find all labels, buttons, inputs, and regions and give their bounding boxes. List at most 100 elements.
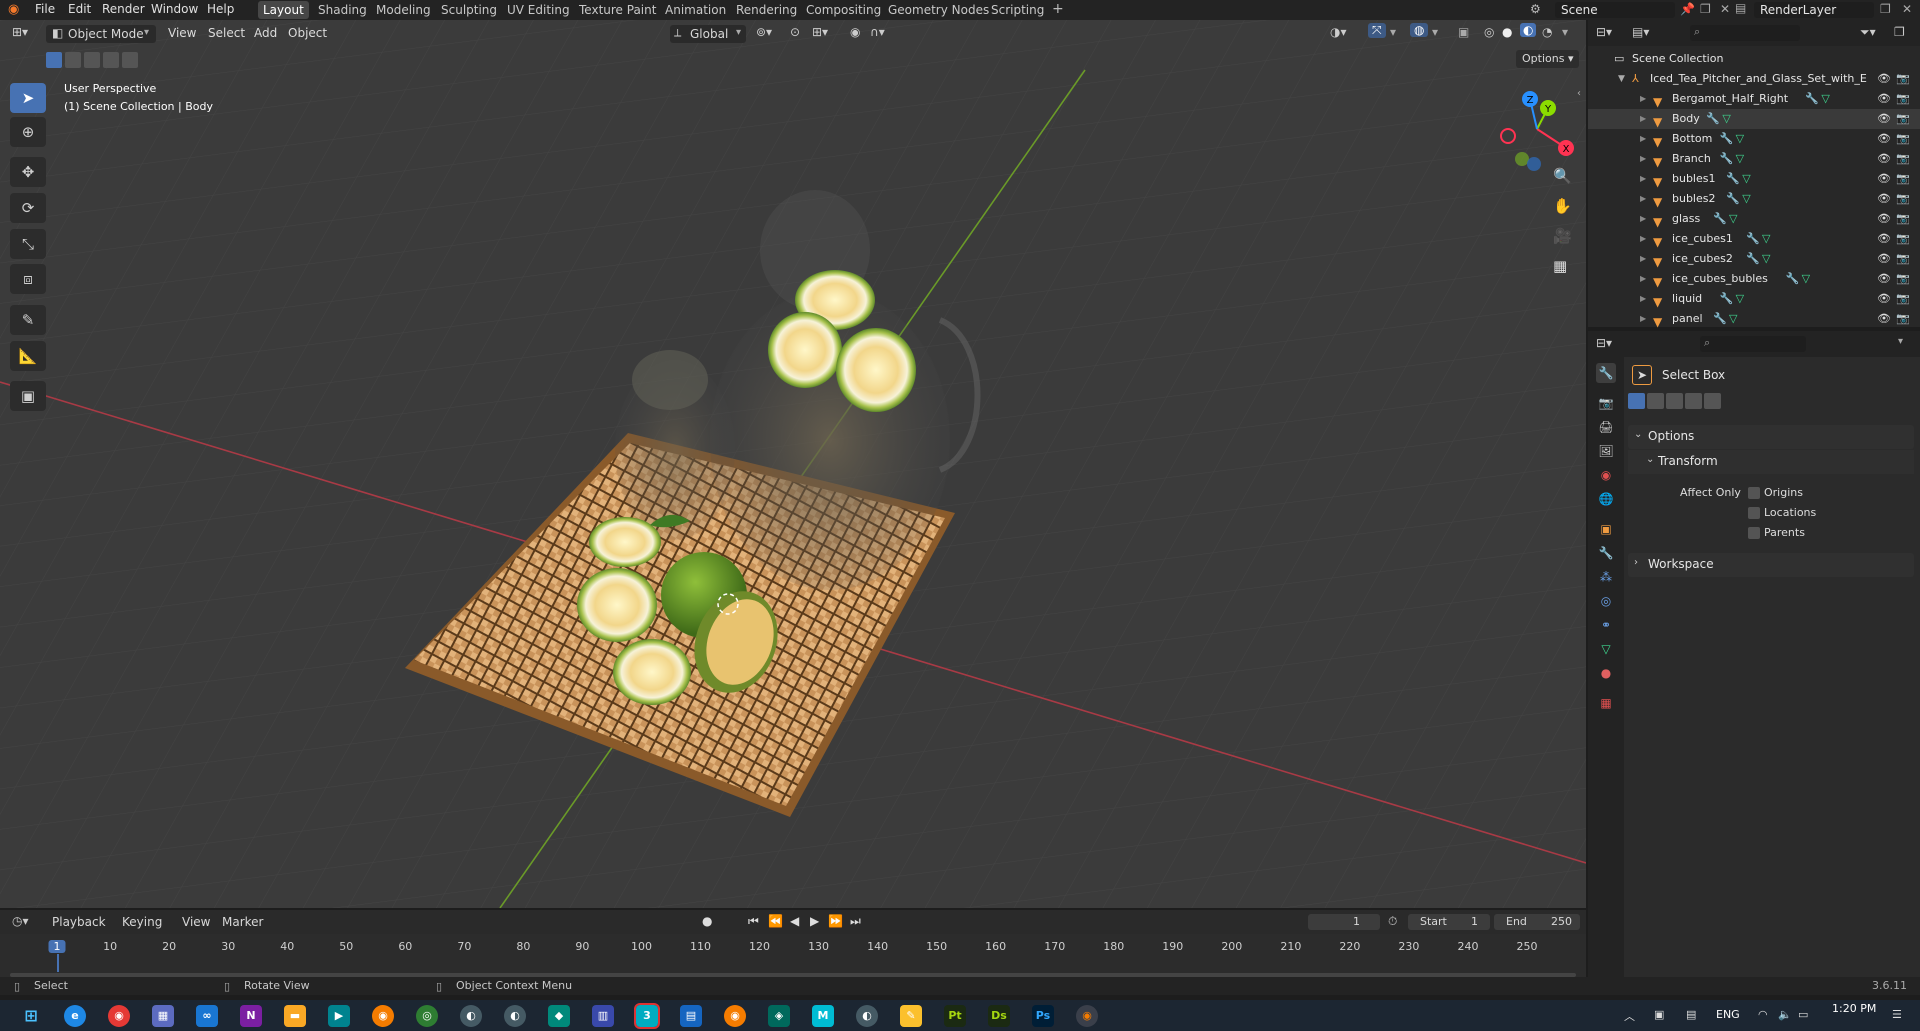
- chevron-down-icon[interactable]: ▾: [1898, 336, 1903, 347]
- folder-icon[interactable]: ▬: [284, 1005, 306, 1027]
- menu-render[interactable]: Render: [102, 2, 145, 16]
- camera-icon[interactable]: 📷: [1896, 89, 1910, 109]
- camera-icon[interactable]: 📷: [1896, 169, 1910, 189]
- camera-icon[interactable]: 📷: [1896, 129, 1910, 149]
- tab-constraints-icon[interactable]: ⚭: [1596, 615, 1616, 635]
- menu-add[interactable]: Add: [254, 26, 277, 40]
- camera-icon[interactable]: 📷: [1896, 269, 1910, 289]
- outliner-item[interactable]: ▶ ▼ panel 🔧 ▽ 👁 📷: [1588, 309, 1920, 329]
- camera-icon[interactable]: 📷: [1896, 109, 1910, 129]
- outliner-item[interactable]: ▶ ▼ Bergamot_Half_Right 🔧 ▽ 👁 📷: [1588, 89, 1920, 109]
- tab-modeling[interactable]: Modeling: [371, 1, 436, 19]
- overlays-toggle-icon[interactable]: ◍: [1410, 23, 1429, 37]
- mesh-data-icon[interactable]: ▽: [1736, 129, 1744, 149]
- timeline-ruler[interactable]: 1 10 20 30 40 50 60 70 80 90 100 110 120 130 140 150 160…: [0, 910, 1586, 977]
- mesh-data-icon[interactable]: ▽: [1821, 89, 1829, 109]
- notifications-icon[interactable]: ☰: [1892, 1008, 1902, 1021]
- modifier-wrench-icon[interactable]: 🔧: [1726, 189, 1740, 209]
- tab-particles-icon[interactable]: ⁂: [1596, 567, 1616, 587]
- modifier-wrench-icon[interactable]: 🔧: [1713, 209, 1727, 229]
- add-cube-tool[interactable]: ▣: [10, 381, 46, 411]
- 3d-viewport[interactable]: ⊞▾ ◧ Object Mode ▾ View Select Add Objec…: [0, 20, 1586, 908]
- eye-icon[interactable]: 👁: [1877, 289, 1891, 309]
- snap-target-icon[interactable]: ⊞▾: [812, 25, 828, 39]
- outliner-editor-icon[interactable]: ⊟▾: [1596, 25, 1612, 39]
- gizmo-toggle-icon[interactable]: ⤧: [1368, 23, 1386, 38]
- app-icon-painter[interactable]: Pt: [944, 1005, 966, 1027]
- rotate-tool[interactable]: ⟳: [10, 193, 46, 223]
- eye-icon[interactable]: 👁: [1877, 149, 1891, 169]
- outliner-item-name[interactable]: Body: [1672, 109, 1700, 129]
- mesh-data-icon[interactable]: ▽: [1722, 109, 1730, 129]
- eye-icon[interactable]: 👁: [1877, 189, 1891, 209]
- outliner-item-name[interactable]: bubles2: [1672, 189, 1716, 209]
- app-icon-3[interactable]: ◐: [460, 1005, 482, 1027]
- tab-physics-icon[interactable]: ◎: [1596, 591, 1616, 611]
- menu-window[interactable]: Window: [151, 2, 198, 16]
- eye-icon[interactable]: 👁: [1877, 269, 1891, 289]
- menu-view[interactable]: View: [168, 26, 196, 40]
- camera-icon[interactable]: 📷: [1896, 69, 1910, 89]
- app-icon-5[interactable]: ◆: [548, 1005, 570, 1027]
- eye-icon[interactable]: 👁: [1877, 309, 1891, 329]
- scene-icon[interactable]: ⚙: [1530, 2, 1541, 16]
- outliner-item-name[interactable]: Bottom: [1672, 129, 1712, 149]
- outliner-collection-row[interactable]: ▼ ⅄ Iced_Tea_Pitcher_and_Glass_Set_with_…: [1588, 69, 1920, 89]
- tray-chevron-icon[interactable]: ︿: [1624, 1008, 1635, 1024]
- expand-arrow-icon[interactable]: ▶: [1640, 169, 1646, 189]
- tab-compositing[interactable]: Compositing: [801, 1, 886, 19]
- tray-network-icon[interactable]: ▤: [1686, 1008, 1696, 1021]
- blender-taskbar-icon-1[interactable]: ◉: [372, 1005, 394, 1027]
- blender-taskbar-icon-active[interactable]: ◉: [1076, 1005, 1098, 1027]
- menu-help[interactable]: Help: [207, 2, 234, 16]
- gizmo-dropdown-icon[interactable]: ▾: [1390, 25, 1396, 39]
- mesh-data-icon[interactable]: ▽: [1729, 309, 1737, 329]
- locations-checkbox[interactable]: [1748, 507, 1760, 519]
- properties-search-input[interactable]: ⌕: [1700, 336, 1806, 352]
- playhead-line[interactable]: [57, 954, 59, 972]
- pin-scene-icon[interactable]: 📌: [1680, 2, 1695, 16]
- falloff-icon[interactable]: ∩▾: [870, 25, 885, 39]
- modifier-wrench-icon[interactable]: 🔧: [1805, 89, 1819, 109]
- app-icon-7[interactable]: ▤: [680, 1005, 702, 1027]
- outliner-search-input[interactable]: ⌕: [1690, 25, 1800, 41]
- solid-shading-icon[interactable]: ●: [1502, 25, 1512, 39]
- wifi-icon[interactable]: ◠: [1758, 1008, 1768, 1021]
- calculator-icon[interactable]: ▦: [152, 1005, 174, 1027]
- pan-hand-icon[interactable]: ✋: [1553, 197, 1572, 215]
- eye-icon[interactable]: 👁: [1877, 169, 1891, 189]
- render-layer-selector[interactable]: RenderLayer: [1754, 2, 1874, 18]
- blender-taskbar-icon-2[interactable]: ◉: [724, 1005, 746, 1027]
- scale-tool[interactable]: ⤡: [10, 229, 46, 259]
- mesh-data-icon[interactable]: ▽: [1729, 209, 1737, 229]
- camera-icon[interactable]: 📷: [1896, 189, 1910, 209]
- windows-start-icon[interactable]: ⊞: [20, 1005, 42, 1027]
- display-mode-icon[interactable]: ▤▾: [1632, 25, 1649, 39]
- mesh-data-icon[interactable]: ▽: [1802, 269, 1810, 289]
- camera-view-icon[interactable]: 🎥: [1553, 227, 1572, 245]
- tab-shading[interactable]: Shading: [313, 1, 372, 19]
- outliner-item[interactable]: ▶ ▼ glass 🔧 ▽ 👁 📷: [1588, 209, 1920, 229]
- outliner-item[interactable]: ▶ ▼ Bottom 🔧 ▽ 👁 📷: [1588, 129, 1920, 149]
- select-extend-icon[interactable]: [65, 52, 81, 68]
- app-icon-4[interactable]: ◐: [504, 1005, 526, 1027]
- outliner-item[interactable]: ▶ ▼ bubles2 🔧 ▽ 👁 📷: [1588, 189, 1920, 209]
- expand-arrow-icon[interactable]: ▶: [1640, 189, 1646, 209]
- options-button[interactable]: Options ▾: [1516, 50, 1580, 68]
- tab-output-icon[interactable]: 🖨: [1596, 417, 1616, 437]
- app-icon-6[interactable]: ▥: [592, 1005, 614, 1027]
- modifier-wrench-icon[interactable]: 🔧: [1713, 309, 1727, 329]
- app-icon-8[interactable]: ◈: [768, 1005, 790, 1027]
- mesh-data-icon[interactable]: ▽: [1742, 189, 1750, 209]
- outliner-item-name[interactable]: Bergamot_Half_Right: [1672, 89, 1788, 109]
- app-icon-designer[interactable]: Ds: [988, 1005, 1010, 1027]
- tab-material-icon[interactable]: ●: [1596, 663, 1616, 683]
- app-icon-3ds[interactable]: 3: [634, 1003, 660, 1029]
- outliner-item-name[interactable]: ice_cubes2: [1672, 249, 1733, 269]
- app-icon-10[interactable]: ✎: [900, 1005, 922, 1027]
- tab-uv-editing[interactable]: UV Editing: [502, 1, 575, 19]
- camera-icon[interactable]: 📷: [1896, 309, 1910, 329]
- mode-new-icon[interactable]: [1628, 393, 1645, 409]
- edge-browser-icon[interactable]: e: [64, 1005, 86, 1027]
- eye-icon[interactable]: 👁: [1877, 109, 1891, 129]
